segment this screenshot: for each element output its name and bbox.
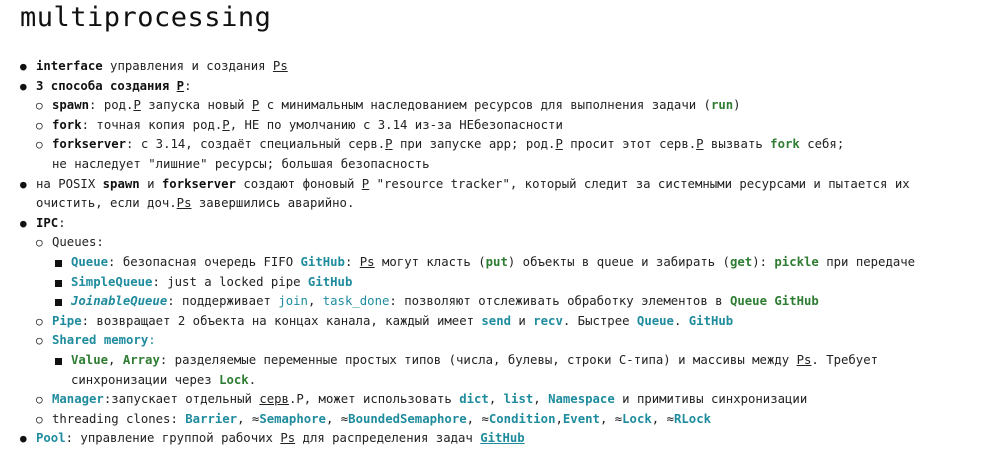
link-manager[interactable]: Manager: [52, 392, 104, 406]
bullet-dot: ●: [20, 79, 27, 93]
bullet-circle: ○: [36, 334, 43, 348]
list-item: ● interface управления и создания Ps: [0, 57, 999, 77]
link-join[interactable]: join: [278, 294, 308, 308]
list-item: ○ spawn: род.P запуска новый P с минимал…: [0, 96, 999, 116]
bullet-circle: ○: [36, 118, 43, 132]
link-p[interactable]: P: [222, 118, 229, 132]
link-pool[interactable]: Pool: [36, 431, 66, 445]
list-item: ○ Shared memory:: [0, 331, 999, 351]
link-p[interactable]: P: [696, 137, 703, 151]
link-github[interactable]: GitHub: [689, 314, 733, 328]
list-item: ● Pool: управление группой рабочих Ps дл…: [0, 429, 999, 449]
link-github[interactable]: GitHub: [774, 294, 818, 308]
list-item-continuation: не наследует "лишние" ресурсы; большая б…: [52, 156, 430, 171]
bullet-square: [55, 357, 62, 365]
list-item: ○ forkserver: с 3.14, создаёт специальны…: [0, 135, 999, 155]
list-item: ○ Manager:запускает отдельный серв.P, мо…: [0, 390, 999, 410]
list-item: ● 3 способа создания P:: [0, 77, 999, 97]
link-task-done[interactable]: task_done: [323, 294, 390, 308]
bullet-dot: ●: [20, 432, 27, 446]
page-title: multiprocessing: [20, 2, 272, 33]
list-item: ○ Queues:: [0, 233, 999, 253]
list-item-continuation: очистить, если доч.Ps завершились аварий…: [36, 196, 355, 211]
list-item: Queue: безопасная очередь FIFO GitHub: P…: [0, 253, 999, 273]
notes-body: ● interface управления и создания Ps ● 3…: [0, 57, 999, 449]
link-joinablequeue[interactable]: JoinableQueue: [71, 294, 167, 308]
bullet-dot: ●: [20, 60, 27, 73]
list-item: ● на POSIX spawn и forkserver создают фо…: [0, 175, 999, 195]
list-item: Value, Array: разделяемые переменные про…: [0, 351, 999, 371]
link-ps[interactable]: Ps: [177, 196, 192, 210]
list-item: ○ threading clones: Barrier, ≈Semaphore,…: [0, 410, 999, 430]
bullet-square: [55, 279, 62, 287]
link-p[interactable]: P: [385, 137, 392, 151]
list-item: JoinableQueue: поддерживает join, task_d…: [0, 292, 999, 312]
bullet-circle: ○: [36, 236, 43, 250]
link-ps[interactable]: Ps: [280, 431, 295, 445]
bullet-square: [55, 259, 62, 267]
link-ps[interactable]: Ps: [797, 353, 812, 367]
bullet-dot: ●: [20, 216, 27, 230]
link-p[interactable]: P: [133, 98, 140, 112]
link-serv[interactable]: серв: [259, 392, 289, 406]
bullet-square: [55, 299, 62, 307]
list-item-continuation: синхронизации через Lock.: [71, 372, 257, 387]
bullet-circle: ○: [36, 138, 43, 152]
bullet-dot: ●: [20, 177, 27, 191]
list-item: SimpleQueue: just a locked pipe GitHub: [0, 273, 999, 293]
link-simplequeue[interactable]: SimpleQueue: [71, 275, 152, 289]
link-github[interactable]: GitHub: [301, 255, 345, 269]
bullet-circle: ○: [36, 412, 43, 426]
bullet-circle: ○: [36, 99, 43, 113]
list-item: ○ fork: точная копия род.P, НЕ по умолча…: [0, 116, 999, 136]
keyword-interface: interface: [36, 59, 103, 73]
bullet-circle: ○: [36, 393, 43, 407]
link-github[interactable]: GitHub: [480, 431, 524, 445]
link-queue[interactable]: Queue: [71, 255, 108, 269]
link-p[interactable]: P: [555, 137, 562, 151]
list-item: ○ Pipe: возвращает 2 объекта на концах к…: [0, 312, 999, 332]
link-p[interactable]: P: [177, 79, 184, 93]
link-ps[interactable]: Ps: [360, 255, 375, 269]
bullet-circle: ○: [36, 314, 43, 328]
link-ps[interactable]: Ps: [273, 59, 288, 73]
link-pipe[interactable]: Pipe: [52, 314, 82, 328]
link-github[interactable]: GitHub: [308, 275, 352, 289]
list-item: ● IPC:: [0, 214, 999, 234]
link-shared-memory[interactable]: Shared memory: [52, 333, 148, 347]
